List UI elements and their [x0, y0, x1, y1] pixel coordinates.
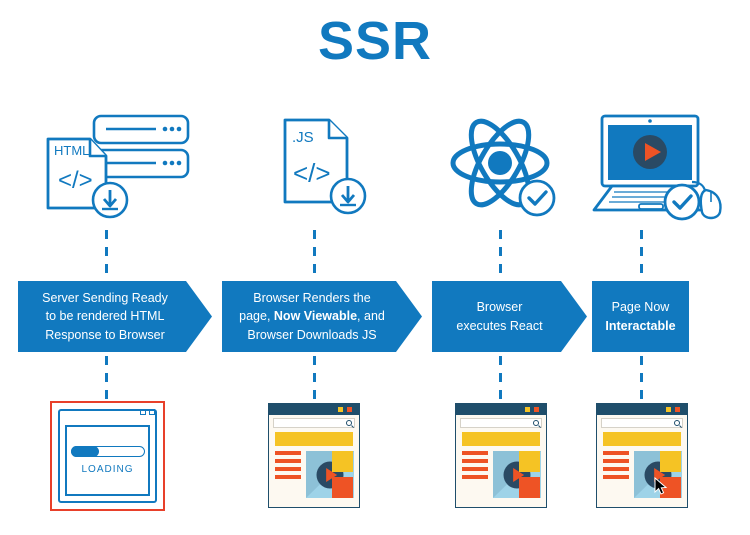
mockup-hero-banner: [462, 432, 540, 446]
search-icon: [674, 420, 680, 426]
svg-text:</>: </>: [58, 167, 93, 194]
step-banner-3-text: Browser executes React: [456, 298, 542, 334]
connector-step-3-to-result-3: [499, 356, 502, 402]
result-loading-browser[interactable]: LOADING: [50, 401, 165, 511]
result-website-mockup-3[interactable]: [455, 403, 547, 508]
mockup-sidebar-block-yellow: [519, 451, 540, 472]
step-2-line-1: Browser Renders the: [253, 291, 371, 306]
step-banner-4-text: Page Now Interactable: [605, 298, 675, 334]
step-banner-1-text: Server Sending Ready to be rendered HTML…: [42, 289, 168, 343]
mockup-text-lines: [603, 451, 629, 483]
mockup-titlebar: [597, 404, 687, 415]
mockup-hero-banner: [603, 432, 681, 446]
loading-window-controls: [140, 409, 155, 415]
loading-viewport: LOADING: [65, 425, 150, 496]
step-1-line-3: Response to Browser: [45, 327, 165, 342]
search-icon: [533, 420, 539, 426]
mockup-text-line: [275, 451, 301, 455]
mockup-sidebar-block-yellow: [660, 451, 681, 472]
result-website-mockup-2[interactable]: [268, 403, 360, 508]
mockup-address-bar[interactable]: [460, 418, 542, 428]
step-4-emphasis-interactable: Interactable: [605, 318, 676, 333]
mockup-text-line: [603, 459, 629, 463]
step-banner-4[interactable]: Page Now Interactable: [592, 281, 689, 352]
mockup-text-lines: [275, 451, 301, 483]
page-title: SSR: [317, 11, 433, 71]
step-banner-2[interactable]: Browser Renders the page, Now Viewable, …: [222, 281, 422, 352]
step-banner-3[interactable]: Browser executes React: [432, 281, 587, 352]
mockup-text-line: [603, 467, 629, 471]
search-icon: [346, 420, 352, 426]
mockup-titlebar: [269, 404, 359, 415]
html-file-download-server-icon: HTML </>: [38, 112, 193, 222]
step-banner-2-text: Browser Renders the page, Now Viewable, …: [239, 289, 385, 343]
step-3-line-2: executes React: [456, 318, 543, 333]
step-1-line-1: Server Sending Ready: [42, 291, 168, 306]
titlebar-dot-orange: [675, 407, 680, 412]
titlebar-dot-orange: [347, 407, 352, 412]
svg-text:</>: </>: [293, 158, 331, 188]
step-2-line-2-prefix: page,: [239, 309, 274, 324]
window-control-2: [149, 409, 155, 415]
mockup-address-bar[interactable]: [601, 418, 683, 428]
titlebar-dot-yellow: [666, 407, 671, 412]
mockup-text-line: [603, 451, 629, 455]
mockup-hero-banner: [275, 432, 353, 446]
mouse-cursor-icon: [654, 476, 668, 495]
js-file-download-icon: .JS </>: [277, 114, 377, 222]
window-control-1: [140, 409, 146, 415]
connector-step-1-to-result-1: [105, 356, 108, 402]
diagram-canvas: SSR HTML </> .JS </> Server Sending Read…: [0, 0, 750, 535]
connector-icon-to-step-1: [105, 230, 108, 278]
mockup-address-bar[interactable]: [273, 418, 355, 428]
connector-icon-to-step-2: [313, 230, 316, 278]
step-2-emphasis-now-viewable: Now Viewable: [273, 309, 358, 324]
react-atom-check-icon: [447, 108, 562, 220]
mockup-text-line: [462, 459, 488, 463]
titlebar-dot-yellow: [525, 407, 530, 412]
connector-step-4-to-result-4: [640, 356, 643, 402]
mockup-text-line: [275, 467, 301, 471]
step-2-line-2: page, Now Viewable, and: [239, 307, 385, 325]
loading-progress-bar: [70, 446, 145, 457]
step-banner-1[interactable]: Server Sending Ready to be rendered HTML…: [18, 281, 212, 352]
step-4-line-1: Page Now: [611, 300, 670, 315]
connector-icon-to-step-4: [640, 230, 643, 278]
mockup-text-line: [462, 467, 488, 471]
step-1-line-2: to be rendered HTML: [45, 309, 165, 324]
connector-icon-to-step-3: [499, 230, 502, 278]
mockup-sidebar-block-yellow: [332, 451, 353, 472]
mockup-text-line: [462, 475, 488, 479]
connector-step-2-to-result-2: [313, 356, 316, 402]
loading-progress-fill: [70, 446, 99, 457]
svg-text:.JS: .JS: [292, 129, 314, 146]
mockup-text-line: [603, 475, 629, 479]
step-3-line-1: Browser: [476, 300, 523, 315]
laptop-mouse-check-icon: [588, 112, 728, 224]
mockup-text-line: [275, 459, 301, 463]
loading-label: LOADING: [81, 464, 134, 475]
mockup-text-lines: [462, 451, 488, 483]
result-website-mockup-4[interactable]: [596, 403, 688, 508]
titlebar-dot-yellow: [338, 407, 343, 412]
svg-text:HTML: HTML: [54, 143, 89, 158]
mockup-sidebar-block-orange: [519, 477, 540, 498]
titlebar-dot-orange: [534, 407, 539, 412]
mockup-text-line: [275, 475, 301, 479]
mockup-sidebar-block-orange: [332, 477, 353, 498]
mockup-titlebar: [456, 404, 546, 415]
mockup-text-line: [462, 451, 488, 455]
step-2-line-3: Browser Downloads JS: [247, 327, 377, 342]
step-2-line-2-suffix: , and: [357, 309, 385, 324]
